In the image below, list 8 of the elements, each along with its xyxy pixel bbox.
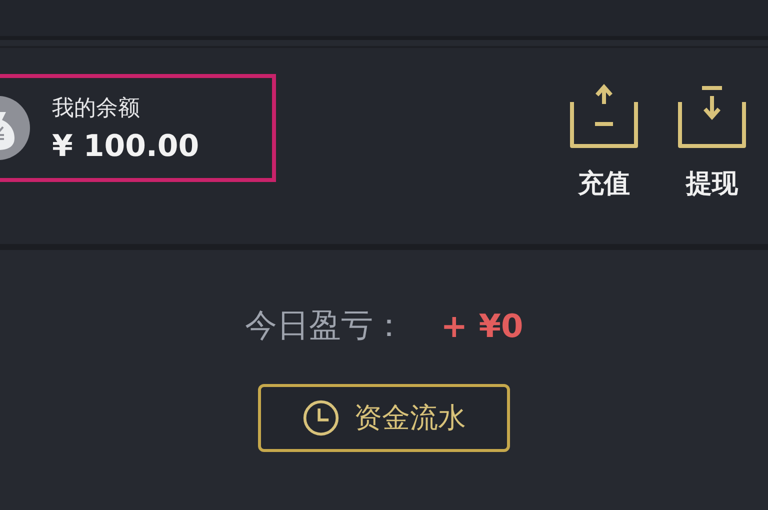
profit-label: 今日盈亏： (244, 305, 405, 346)
profit-value: + ¥0 (440, 307, 524, 345)
balance-label: 我的余额 (52, 94, 141, 122)
fund-history-button[interactable]: 资金流水 (258, 384, 510, 452)
deposit-button[interactable]: 充值 (568, 84, 640, 200)
withdraw-button[interactable]: 提现 (676, 84, 748, 200)
balance-amount: ¥ 100.00 (52, 128, 200, 164)
clock-icon (302, 399, 340, 437)
